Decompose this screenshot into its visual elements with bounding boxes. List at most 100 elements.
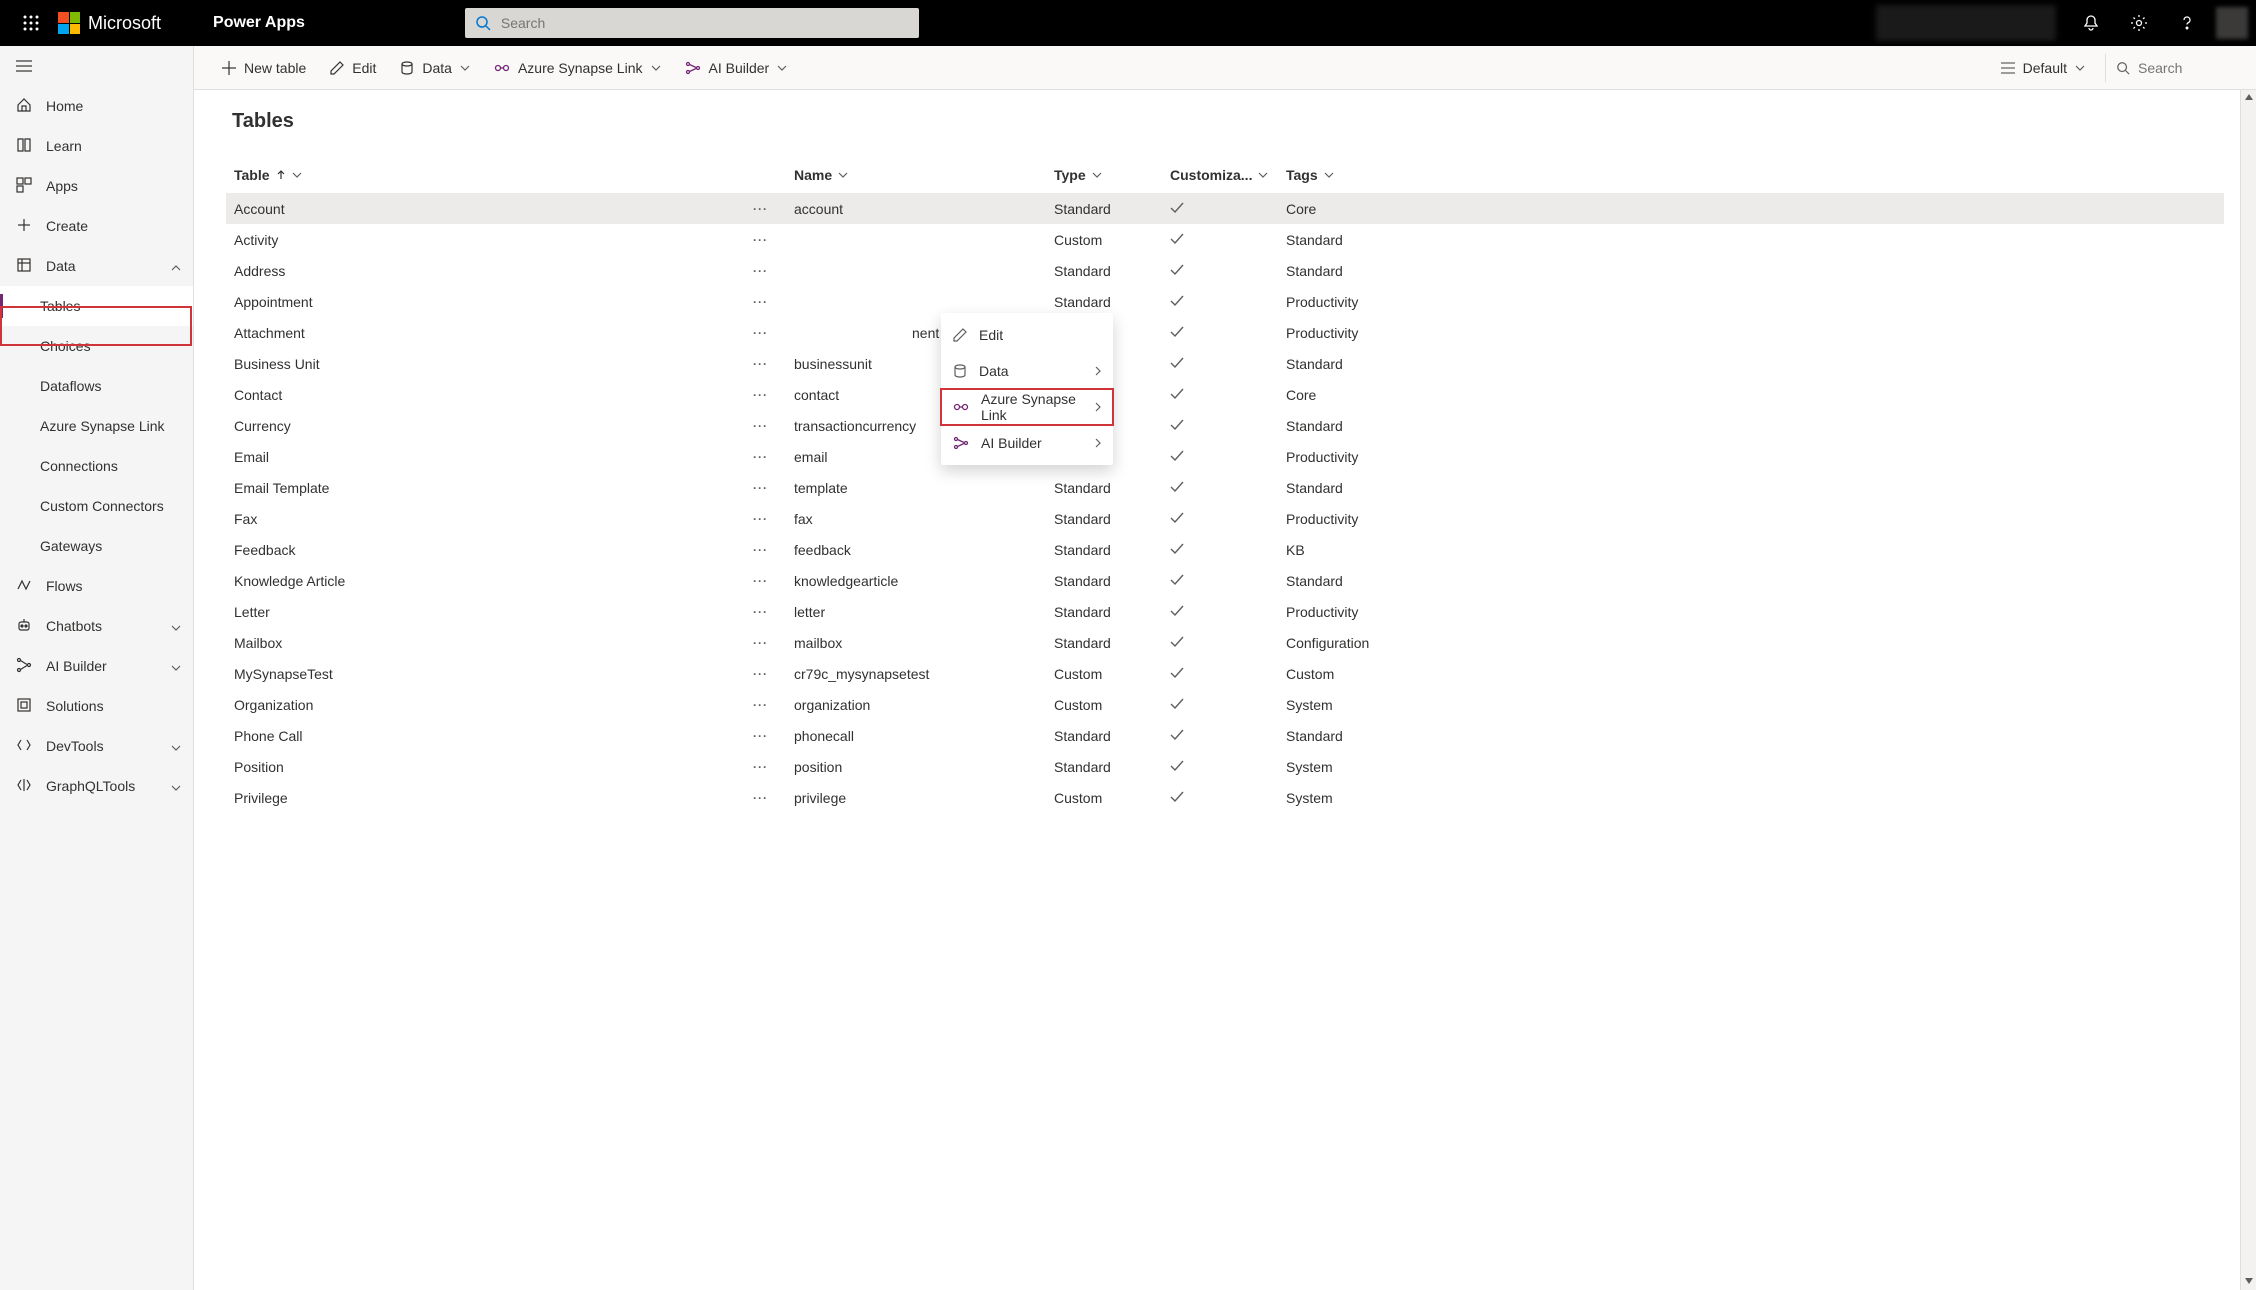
ctx-edit[interactable]: Edit bbox=[941, 317, 1113, 353]
row-more-button[interactable]: ··· bbox=[747, 667, 774, 681]
page-title: Tables bbox=[226, 110, 2224, 133]
table-row[interactable]: Feedback ··· feedback Standard KB bbox=[226, 534, 2224, 565]
cell-table-name: Contact bbox=[234, 387, 282, 403]
ctx-azure-synapse[interactable]: Azure Synapse Link bbox=[941, 389, 1113, 425]
new-table-button[interactable]: New table bbox=[212, 50, 316, 86]
notifications-button[interactable] bbox=[2068, 0, 2114, 46]
table-row[interactable]: Currency ··· transactioncurrency Standar… bbox=[226, 410, 2224, 441]
gear-icon bbox=[2130, 14, 2148, 32]
table-row[interactable]: Knowledge Article ··· knowledgearticle S… bbox=[226, 565, 2224, 596]
nav-item-custom-connectors[interactable]: Custom Connectors bbox=[0, 486, 193, 526]
row-more-button[interactable]: ··· bbox=[747, 202, 774, 216]
row-more-button[interactable]: ··· bbox=[747, 791, 774, 805]
chevron-down-icon bbox=[777, 65, 787, 71]
table-row[interactable]: Email Template ··· template Standard Sta… bbox=[226, 472, 2224, 503]
nav-item-dataflows[interactable]: Dataflows bbox=[0, 366, 193, 406]
table-row[interactable]: Business Unit ··· businessunit Standard … bbox=[226, 348, 2224, 379]
vertical-scrollbar[interactable] bbox=[2240, 90, 2256, 1290]
data-button[interactable]: Data bbox=[390, 50, 480, 86]
row-more-button[interactable]: ··· bbox=[747, 543, 774, 557]
cell-type: Standard bbox=[1054, 604, 1170, 620]
table-row[interactable]: Activity ··· Custom Standard bbox=[226, 224, 2224, 255]
table-row[interactable]: Contact ··· contact Standard Core bbox=[226, 379, 2224, 410]
row-more-button[interactable]: ··· bbox=[747, 388, 774, 402]
row-more-button[interactable]: ··· bbox=[747, 729, 774, 743]
col-table[interactable]: Table bbox=[234, 167, 794, 183]
row-more-button[interactable]: ··· bbox=[747, 698, 774, 712]
nav-item-learn[interactable]: Learn bbox=[0, 126, 193, 166]
view-selector[interactable]: Default bbox=[1991, 60, 2095, 76]
nav-item-flows[interactable]: Flows bbox=[0, 566, 193, 606]
nav-item-graphqltools[interactable]: GraphQLTools bbox=[0, 766, 193, 806]
scroll-up-icon bbox=[2245, 94, 2253, 100]
ai-builder-button[interactable]: AI Builder bbox=[675, 50, 798, 86]
col-type[interactable]: Type bbox=[1054, 167, 1170, 183]
edit-button[interactable]: Edit bbox=[320, 50, 386, 86]
table-row[interactable]: Attachment ··· nent Standard Productivit… bbox=[226, 317, 2224, 348]
table-row[interactable]: Appointment ··· Standard Productivity bbox=[226, 286, 2224, 317]
col-table-label: Table bbox=[234, 167, 270, 183]
table-row[interactable]: Address ··· Standard Standard bbox=[226, 255, 2224, 286]
chevron-down-icon bbox=[1258, 172, 1268, 178]
table-row[interactable]: Phone Call ··· phonecall Standard Standa… bbox=[226, 720, 2224, 751]
table-row[interactable]: Mailbox ··· mailbox Standard Configurati… bbox=[226, 627, 2224, 658]
cell-tags: Standard bbox=[1286, 573, 2216, 589]
nav-item-devtools[interactable]: DevTools bbox=[0, 726, 193, 766]
row-more-button[interactable]: ··· bbox=[747, 295, 774, 309]
azure-synapse-button[interactable]: Azure Synapse Link bbox=[484, 50, 671, 86]
nav-item-choices[interactable]: Choices bbox=[0, 326, 193, 366]
edit-label: Edit bbox=[352, 60, 376, 76]
col-name[interactable]: Name bbox=[794, 167, 1054, 183]
nav-item-azure-synapse-link[interactable]: Azure Synapse Link bbox=[0, 406, 193, 446]
row-more-button[interactable]: ··· bbox=[747, 760, 774, 774]
nav-item-home[interactable]: Home bbox=[0, 86, 193, 126]
nav-collapse-button[interactable] bbox=[0, 46, 193, 86]
chevron-right-icon bbox=[1095, 366, 1101, 376]
nav-item-chatbots[interactable]: Chatbots bbox=[0, 606, 193, 646]
cell-tags: System bbox=[1286, 759, 2216, 775]
row-more-button[interactable]: ··· bbox=[747, 326, 774, 340]
row-more-button[interactable]: ··· bbox=[747, 512, 774, 526]
nav-item-connections[interactable]: Connections bbox=[0, 446, 193, 486]
table-row[interactable]: Privilege ··· privilege Custom System bbox=[226, 782, 2224, 813]
row-more-button[interactable]: ··· bbox=[747, 574, 774, 588]
row-more-button[interactable]: ··· bbox=[747, 481, 774, 495]
row-more-button[interactable]: ··· bbox=[747, 450, 774, 464]
app-launcher-button[interactable] bbox=[8, 15, 54, 31]
col-customizable[interactable]: Customiza... bbox=[1170, 167, 1286, 183]
table-row[interactable]: Account ··· account Standard Core bbox=[226, 193, 2224, 224]
cell-customizable bbox=[1170, 542, 1286, 558]
global-search-input[interactable] bbox=[501, 15, 909, 31]
table-search-input[interactable] bbox=[2138, 60, 2228, 76]
table-row[interactable]: Fax ··· fax Standard Productivity bbox=[226, 503, 2224, 534]
nav-item-tables[interactable]: Tables bbox=[0, 286, 193, 326]
nav-item-solutions[interactable]: Solutions bbox=[0, 686, 193, 726]
col-tags[interactable]: Tags bbox=[1286, 167, 2216, 183]
row-more-button[interactable]: ··· bbox=[747, 636, 774, 650]
help-button[interactable] bbox=[2164, 0, 2210, 46]
global-search[interactable] bbox=[465, 8, 919, 38]
nav-item-data[interactable]: Data bbox=[0, 246, 193, 286]
settings-button[interactable] bbox=[2116, 0, 2162, 46]
table-row[interactable]: Organization ··· organization Custom Sys… bbox=[226, 689, 2224, 720]
row-more-button[interactable]: ··· bbox=[747, 233, 774, 247]
table-row[interactable]: Letter ··· letter Standard Productivity bbox=[226, 596, 2224, 627]
row-more-button[interactable]: ··· bbox=[747, 605, 774, 619]
nav-item-ai-builder[interactable]: AI Builder bbox=[0, 646, 193, 686]
row-more-button[interactable]: ··· bbox=[747, 264, 774, 278]
nav-item-create[interactable]: Create bbox=[0, 206, 193, 246]
table-search[interactable] bbox=[2105, 54, 2238, 82]
ctx-ai-builder[interactable]: AI Builder bbox=[941, 425, 1113, 461]
row-more-button[interactable]: ··· bbox=[747, 419, 774, 433]
cell-system-name: account bbox=[794, 201, 1054, 217]
sol-icon bbox=[16, 697, 32, 716]
nav-item-apps[interactable]: Apps bbox=[0, 166, 193, 206]
user-avatar[interactable] bbox=[2216, 7, 2248, 39]
ctx-data[interactable]: Data bbox=[941, 353, 1113, 389]
environment-picker[interactable] bbox=[1876, 5, 2056, 41]
nav-item-gateways[interactable]: Gateways bbox=[0, 526, 193, 566]
row-more-button[interactable]: ··· bbox=[747, 357, 774, 371]
table-row[interactable]: Email ··· email Standard Productivity bbox=[226, 441, 2224, 472]
table-row[interactable]: MySynapseTest ··· cr79c_mysynapsetest Cu… bbox=[226, 658, 2224, 689]
table-row[interactable]: Position ··· position Standard System bbox=[226, 751, 2224, 782]
